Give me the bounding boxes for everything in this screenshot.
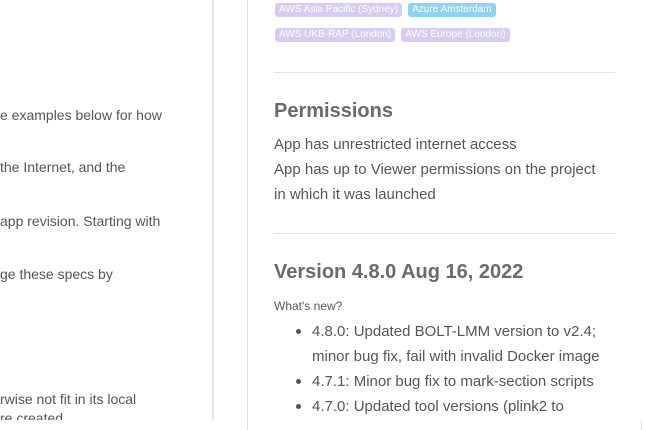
region-badges-row: AWS Asia Pacific (Sydney) Azure Amsterda… [275, 3, 496, 17]
left-text-line: ge these specs by [0, 266, 113, 282]
release-notes-list: 4.8.0: Updated BOLT-LMM version to v2.4;… [274, 319, 619, 419]
window-edge [640, 0, 645, 420]
release-note-item: 4.8.0: Updated BOLT-LMM version to v2.4;… [274, 319, 619, 369]
left-text-line: rwise not fit in its local [0, 391, 137, 407]
left-pane: e examples below for how the Internet, a… [0, 0, 212, 420]
permission-line: App has unrestricted internet access [274, 136, 517, 153]
region-badge: AWS Asia Pacific (Sydney) [275, 3, 403, 17]
whats-new-label: What's new? [274, 299, 343, 313]
app-details-card: AWS Asia Pacific (Sydney) Azure Amsterda… [247, 0, 642, 430]
left-text-line: app revision. Starting with [0, 213, 161, 229]
section-divider [274, 72, 615, 73]
permission-line: in which it was launched [274, 186, 436, 203]
gutter [214, 0, 247, 420]
release-note-item: 4.7.0: Updated tool versions (plink2 to [274, 394, 619, 419]
left-text-line: e examples below for how [0, 107, 162, 123]
version-heading: Version 4.8.0 Aug 16, 2022 [274, 261, 524, 283]
region-badge: Azure Amsterdam [408, 3, 496, 17]
region-badge: AWS Europe (London) [401, 28, 510, 42]
region-badge: AWS UKB-RAP (London) [275, 28, 396, 42]
left-text-line: re created [0, 410, 64, 420]
release-note-item: 4.7.1: Minor bug fix to mark-section scr… [274, 369, 619, 394]
region-badges-row: AWS UKB-RAP (London) AWS Europe (London) [275, 28, 510, 42]
left-text-line: the Internet, and the [0, 159, 126, 175]
section-divider [274, 233, 615, 234]
permission-line: App has up to Viewer permissions on the … [274, 161, 596, 178]
permissions-heading: Permissions [274, 100, 393, 122]
